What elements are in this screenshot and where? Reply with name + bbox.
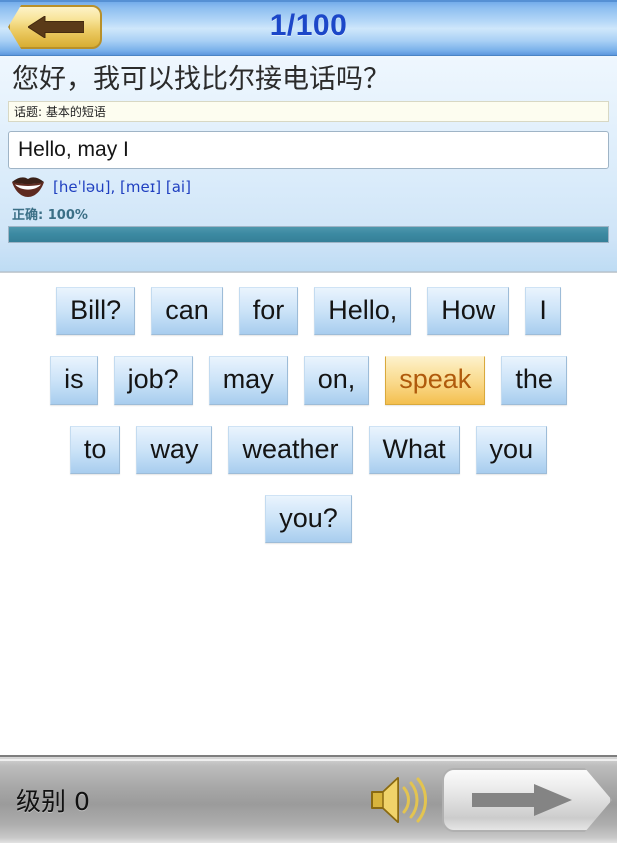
footer-bar: 级别 0 [0, 755, 617, 843]
next-button[interactable] [442, 768, 612, 832]
word-tile[interactable]: may [208, 356, 288, 405]
word-tile[interactable]: weather [228, 425, 353, 475]
phonetic-row: [heˈləu], [meɪ] [ai] [8, 176, 609, 198]
word-tile[interactable]: job? [113, 356, 193, 405]
prompt-sentence: 您好，我可以找比尔接电话吗？ [12, 64, 390, 95]
word-tile[interactable]: Bill? [56, 287, 136, 336]
word-tile[interactable]: to [69, 425, 121, 475]
word-tile[interactable]: for [238, 287, 299, 336]
word-tile[interactable]: on, [303, 356, 370, 405]
word-bank: Bill? can for Hello, How Iis job? may on, speak th… [0, 272, 617, 755]
accuracy-progress-fill [9, 226, 608, 242]
word-row: you? [10, 495, 607, 544]
word-tile[interactable]: How [427, 287, 510, 336]
word-tile-selected[interactable]: speak [385, 356, 486, 405]
word-tile[interactable]: can [151, 287, 223, 336]
level-label: 级别 0 [16, 787, 90, 816]
topic-label: 话题: 基本的短语 [14, 104, 106, 119]
answer-input[interactable]: Hello, may I [8, 130, 609, 169]
topic-bar: 话题: 基本的短语 [8, 100, 609, 122]
arrow-right-icon [472, 784, 572, 816]
word-tile[interactable]: is [50, 356, 98, 405]
word-row: to way weather What you [10, 425, 607, 475]
lips-icon[interactable] [11, 176, 45, 198]
header-bar: 1/100 [0, 0, 617, 56]
accuracy-progress-bar [8, 225, 609, 243]
word-tile[interactable]: way [136, 425, 213, 475]
word-tile[interactable]: I [525, 287, 561, 336]
answer-value: Hello, may I [18, 137, 129, 161]
word-tile[interactable]: Hello, [314, 287, 412, 336]
word-row: Bill? can for Hello, How I [10, 287, 607, 336]
word-tile[interactable]: you [475, 425, 548, 475]
word-tile[interactable]: the [501, 356, 567, 405]
page-title: 1/100 [269, 9, 348, 42]
word-row: is job? may on, speak the [10, 356, 607, 405]
prompt-panel: 您好，我可以找比尔接电话吗？ 话题: 基本的短语 Hello, may I [h… [0, 56, 617, 272]
speaker-icon[interactable] [366, 772, 432, 828]
score-label: 正确: 100% [12, 207, 88, 223]
word-tile[interactable]: you? [265, 495, 352, 544]
phonetic-text: [heˈləu], [meɪ] [ai] [53, 177, 191, 196]
word-tile[interactable]: What [368, 425, 460, 475]
app-root: 1/100 您好，我可以找比尔接电话吗？ 话题: 基本的短语 Hello, ma… [0, 0, 617, 843]
